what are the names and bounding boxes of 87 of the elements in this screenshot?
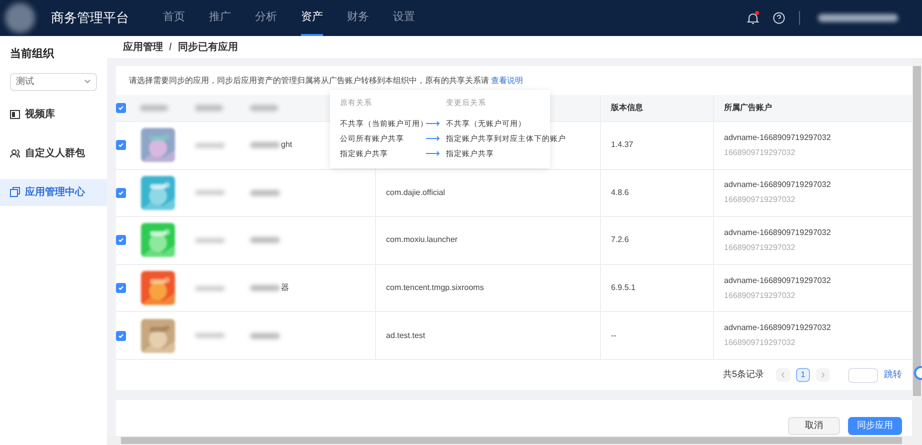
version-text: 7.2.6 <box>611 234 629 246</box>
redacted-bar <box>195 286 225 291</box>
redacted-bar <box>250 332 280 339</box>
platform-title: 商务管理平台 <box>51 9 129 28</box>
redacted-bar <box>250 142 280 148</box>
checkmark-icon <box>118 237 124 244</box>
package-name: com.tencent.tmgp.sixrooms <box>386 282 484 294</box>
app-name: ght <box>281 139 292 152</box>
intro-text: 请选择需要同步的应用，同步后应用资产的管理归属将从广告账户转移到本组织中，原有的共享关系请 查看说明 <box>129 74 524 86</box>
app-name: 器 <box>281 282 289 294</box>
redacted-bar <box>195 333 225 338</box>
notification-icon[interactable] <box>747 12 759 24</box>
sync-apps-button[interactable]: 同步应用 <box>848 417 902 435</box>
sidebar-item[interactable]: 视频库 <box>0 100 107 128</box>
package-name: com.dajie.official <box>386 186 445 199</box>
redacted-bar <box>250 285 280 292</box>
redacted-bar <box>250 237 280 244</box>
redacted-bar <box>250 105 278 111</box>
chevron-down-icon <box>84 79 91 84</box>
package-name: ad.test.test <box>386 330 426 342</box>
sidebar-item[interactable]: 自定义人群包 <box>0 140 107 166</box>
checkmark-icon <box>118 332 124 339</box>
checkbox[interactable] <box>116 283 126 294</box>
record-count: 共5条记录 <box>722 368 764 382</box>
checkmark-icon <box>118 190 124 196</box>
account-name: advname-1668909719297032 <box>724 179 831 192</box>
redacted-bar <box>195 190 225 196</box>
checkbox[interactable] <box>116 140 126 150</box>
nav-tab[interactable]: 首页 <box>163 0 185 36</box>
checkbox[interactable] <box>116 235 126 246</box>
scrollbar-thumb[interactable] <box>913 66 921 396</box>
nav-tab[interactable]: 财务 <box>347 0 369 36</box>
checkmark-icon <box>118 105 124 111</box>
column-header: 版本信息 <box>611 102 643 114</box>
film-icon <box>10 110 20 118</box>
account-id: 1668909719297032 <box>724 146 796 159</box>
sidebar-heading: 当前组织 <box>9 46 56 62</box>
account-id: 1668909719297032 <box>724 290 796 302</box>
org-select[interactable]: 测试 <box>10 72 97 90</box>
redacted-bar <box>195 142 225 148</box>
jump-link[interactable]: 跳转 <box>884 368 902 382</box>
sidebar-item[interactable]: 应用管理中心 <box>0 178 107 206</box>
user-name[interactable] <box>818 14 898 22</box>
arrow-icon <box>426 121 440 126</box>
previous-page-button[interactable] <box>776 368 790 382</box>
version-text: -- <box>611 330 616 342</box>
redacted-bar <box>140 105 168 111</box>
version-text: 1.4.37 <box>611 139 634 152</box>
breadcrumb-separator: / <box>169 40 172 54</box>
breadcrumb-item[interactable]: 应用管理 <box>123 40 163 54</box>
cancel-button[interactable]: 取消 <box>788 417 840 435</box>
help-icon[interactable] <box>773 12 785 24</box>
account-id: 1668909719297032 <box>724 194 796 206</box>
account-name: advname-1668909719297032 <box>724 322 831 334</box>
breadcrumb-item: 同步已有应用 <box>178 40 238 54</box>
arrow-icon <box>426 136 440 142</box>
account-name: advname-1668909719297032 <box>724 226 831 239</box>
account-name: advname-1668909719297032 <box>724 274 831 287</box>
checkmark-icon <box>118 285 124 292</box>
column-header: 所属广告账户 <box>724 102 772 114</box>
nav-tab[interactable]: 设置 <box>393 0 415 36</box>
help-link[interactable]: 查看说明 <box>491 76 524 84</box>
arrow-icon <box>426 151 440 156</box>
redacted-bar <box>195 238 225 243</box>
people-icon <box>10 148 20 158</box>
next-page-button[interactable] <box>816 368 830 382</box>
page-button[interactable]: 1 <box>796 368 810 382</box>
checkmark-icon <box>118 142 124 148</box>
chevron-left-icon <box>781 372 785 378</box>
nav-tab[interactable]: 推广 <box>209 0 231 36</box>
account-id: 1668909719297032 <box>724 337 796 350</box>
scrollbar-thumb[interactable] <box>121 437 902 444</box>
version-text: 4.8.6 <box>611 186 629 199</box>
chevron-right-icon <box>821 372 825 378</box>
account-id: 1668909719297032 <box>724 242 796 254</box>
page-input[interactable] <box>848 368 878 383</box>
checkbox[interactable] <box>116 188 126 198</box>
checkbox[interactable] <box>116 330 126 341</box>
redacted-bar <box>250 190 280 196</box>
account-name: advname-1668909719297032 <box>724 132 831 144</box>
checkbox[interactable] <box>116 103 126 113</box>
logo-icon <box>5 3 35 33</box>
nav-tab[interactable]: 分析 <box>255 0 277 36</box>
version-text: 6.9.5.1 <box>611 282 636 294</box>
package-name: com.moxiu.launcher <box>386 234 458 246</box>
redacted-bar <box>195 105 223 111</box>
window-icon <box>10 187 20 197</box>
